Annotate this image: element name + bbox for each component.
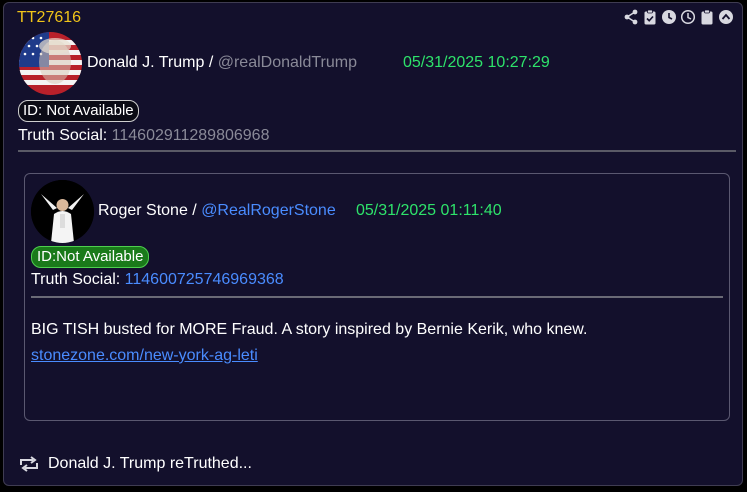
- quoted-divider: [31, 296, 723, 298]
- author-handle[interactable]: @realDonaldTrump: [218, 54, 357, 71]
- quoted-author-separator: /: [187, 202, 202, 219]
- post-author: Donald J. Trump / @realDonaldTrump: [87, 54, 357, 72]
- post-id: TT27616: [17, 9, 82, 26]
- avatar[interactable]: [19, 32, 82, 95]
- quoted-author-name[interactable]: Roger Stone: [98, 202, 188, 219]
- author-name[interactable]: Donald J. Trump: [87, 54, 204, 71]
- quoted-id-badge: ID:Not Available: [31, 246, 150, 268]
- clock-outline-icon[interactable]: [680, 9, 696, 25]
- truth-social-label: Truth Social:: [18, 127, 108, 144]
- truth-post-card: TT27616 Donald J. Trump / @realDonaldTru…: [3, 2, 743, 486]
- quoted-post-text: BIG TISH busted for MORE Fraud. A story …: [31, 321, 588, 338]
- retruth-row: Donald J. Trump reTruthed...: [18, 455, 252, 473]
- clock-filled-icon[interactable]: [661, 9, 677, 25]
- quoted-author: Roger Stone / @RealRogerStone: [98, 202, 336, 220]
- retruth-text: Donald J. Trump reTruthed...: [48, 455, 252, 472]
- quoted-truth-social-id[interactable]: 114600725746969368: [125, 271, 284, 288]
- quoted-truth-social-row: Truth Social: 114600725746969368: [31, 271, 284, 289]
- retruth-icon: [20, 456, 38, 472]
- quoted-truth-social-label: Truth Social:: [31, 271, 121, 288]
- clipboard-icon[interactable]: [699, 9, 715, 25]
- clipboard-check-icon[interactable]: [642, 9, 658, 25]
- quoted-timestamp: 05/31/2025 01:11:40: [356, 202, 502, 219]
- post-toolbar: [623, 9, 734, 25]
- quoted-post-link[interactable]: stonezone.com/new-york-ag-leti: [31, 347, 258, 365]
- quoted-post: Roger Stone / @RealRogerStone 05/31/2025…: [24, 173, 730, 421]
- quoted-avatar[interactable]: [31, 180, 94, 243]
- quoted-author-handle[interactable]: @RealRogerStone: [201, 202, 336, 219]
- truth-social-id-row: Truth Social: 114602911289806968: [18, 127, 269, 145]
- truth-social-id: 114602911289806968: [111, 127, 270, 144]
- share-icon[interactable]: [623, 9, 639, 25]
- scroll-up-icon[interactable]: [718, 9, 734, 25]
- id-badge: ID: Not Available: [18, 100, 139, 122]
- author-separator: /: [204, 54, 218, 71]
- post-timestamp: 05/31/2025 10:27:29: [403, 54, 550, 71]
- divider: [18, 150, 736, 152]
